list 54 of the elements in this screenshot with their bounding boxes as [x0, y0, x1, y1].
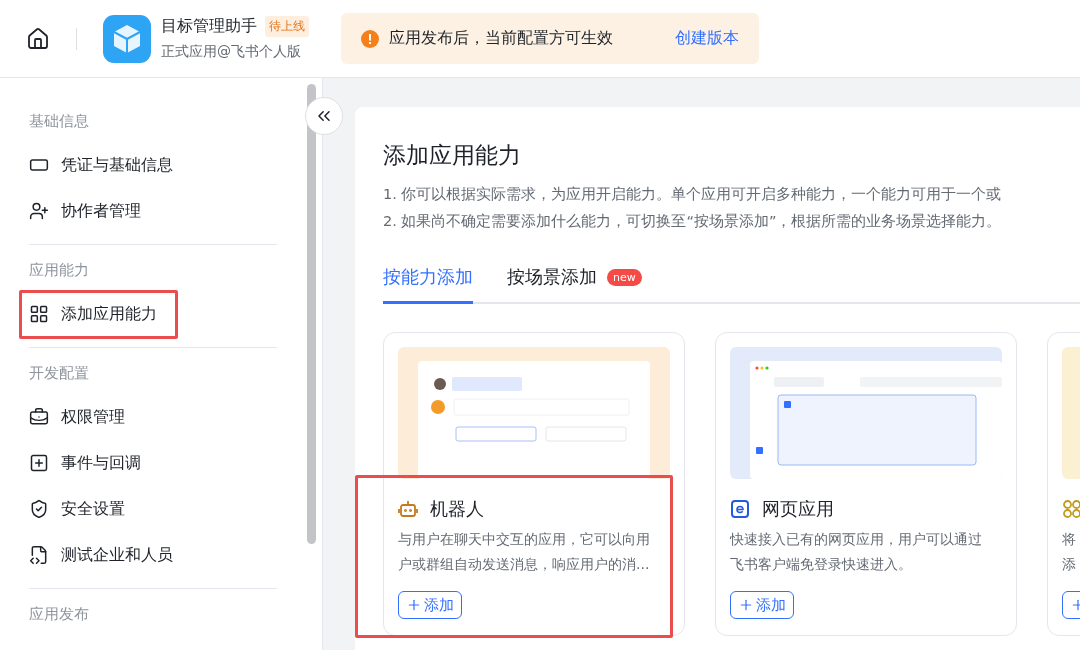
nav-label: 协作者管理	[61, 200, 141, 222]
home-icon	[26, 26, 50, 51]
nav-label: 安全设置	[61, 498, 125, 520]
nav-label: 事件与回调	[61, 452, 141, 474]
scrollbar-thumb[interactable]	[307, 84, 316, 544]
instruction-text: 2. 如果尚不确定需要添加什么能力，可切换至“按场景添加”，根据所需的业务场景选择能力。	[383, 212, 1003, 231]
nav-item[interactable]: 测试企业和人员	[29, 532, 173, 578]
section-title: 基础信息	[29, 111, 90, 132]
tab[interactable]: 按能力添加	[383, 265, 473, 304]
section-title: 应用能力	[29, 260, 90, 281]
shield-check-icon	[29, 499, 49, 519]
app-subtitle: 正式应用@飞书个人版	[161, 43, 302, 61]
card-description: 添	[1062, 555, 1076, 574]
nav-item[interactable]: 事件与回调	[29, 440, 141, 486]
tab[interactable]: 按场景添加 new	[507, 265, 642, 304]
card-description: 快速接入已有的网页应用，用户可以通过	[730, 530, 982, 549]
card-description: 飞书客户端免登录快速进入。	[730, 555, 912, 574]
section-title: 开发配置	[29, 363, 90, 384]
new-badge: new	[607, 268, 642, 286]
add-button[interactable]: 添加	[398, 591, 462, 619]
code-icon	[29, 545, 49, 565]
nav-item[interactable]: 添加应用能力	[29, 291, 157, 337]
briefcase-icon	[29, 407, 49, 427]
status-badge: 待上线	[265, 16, 309, 37]
nav-label: 添加应用能力	[61, 303, 157, 325]
add-user-icon	[29, 201, 49, 221]
square-plus-icon	[29, 453, 49, 473]
app-logo-icon	[103, 14, 151, 63]
nav-label: 凭证与基础信息	[61, 154, 173, 176]
card-description: 户或群组自动发送消息，响应用户的消...	[398, 555, 650, 574]
section-title: 应用发布	[29, 604, 90, 625]
warning-icon	[361, 29, 379, 48]
card-description: 将	[1062, 530, 1076, 549]
nav-item[interactable]: 协作者管理	[29, 188, 141, 234]
nav-item[interactable]: 权限管理	[29, 394, 125, 440]
nav-item[interactable]: 凭证与基础信息	[29, 142, 173, 188]
nav-item[interactable]: 安全设置	[29, 486, 125, 532]
web-app-icon	[730, 499, 750, 519]
home-button[interactable]	[26, 26, 50, 51]
card-title: 机器人	[430, 497, 484, 521]
page-title: 添加应用能力	[383, 141, 522, 170]
nav-label: 测试企业和人员	[61, 544, 173, 566]
card-title: 网页应用	[762, 497, 834, 521]
nav-label: 权限管理	[61, 406, 125, 428]
plus-icon	[406, 597, 422, 613]
create-version-link[interactable]: 创建版本	[675, 28, 739, 49]
instruction-text: 1. 你可以根据实际需求，为应用开启能力。单个应用可开启多种能力，一个能力可用于一个或	[383, 185, 1003, 204]
app-name: 目标管理助手	[161, 16, 257, 37]
plus-icon	[738, 597, 754, 613]
robot-icon	[398, 499, 418, 519]
card-description: 与用户在聊天中交互的应用，它可以向用	[398, 530, 650, 549]
four-circles-icon	[1062, 499, 1080, 519]
notice-text: 应用发布后，当前配置方可生效	[389, 28, 613, 49]
add-button[interactable]: 添加	[730, 591, 794, 619]
